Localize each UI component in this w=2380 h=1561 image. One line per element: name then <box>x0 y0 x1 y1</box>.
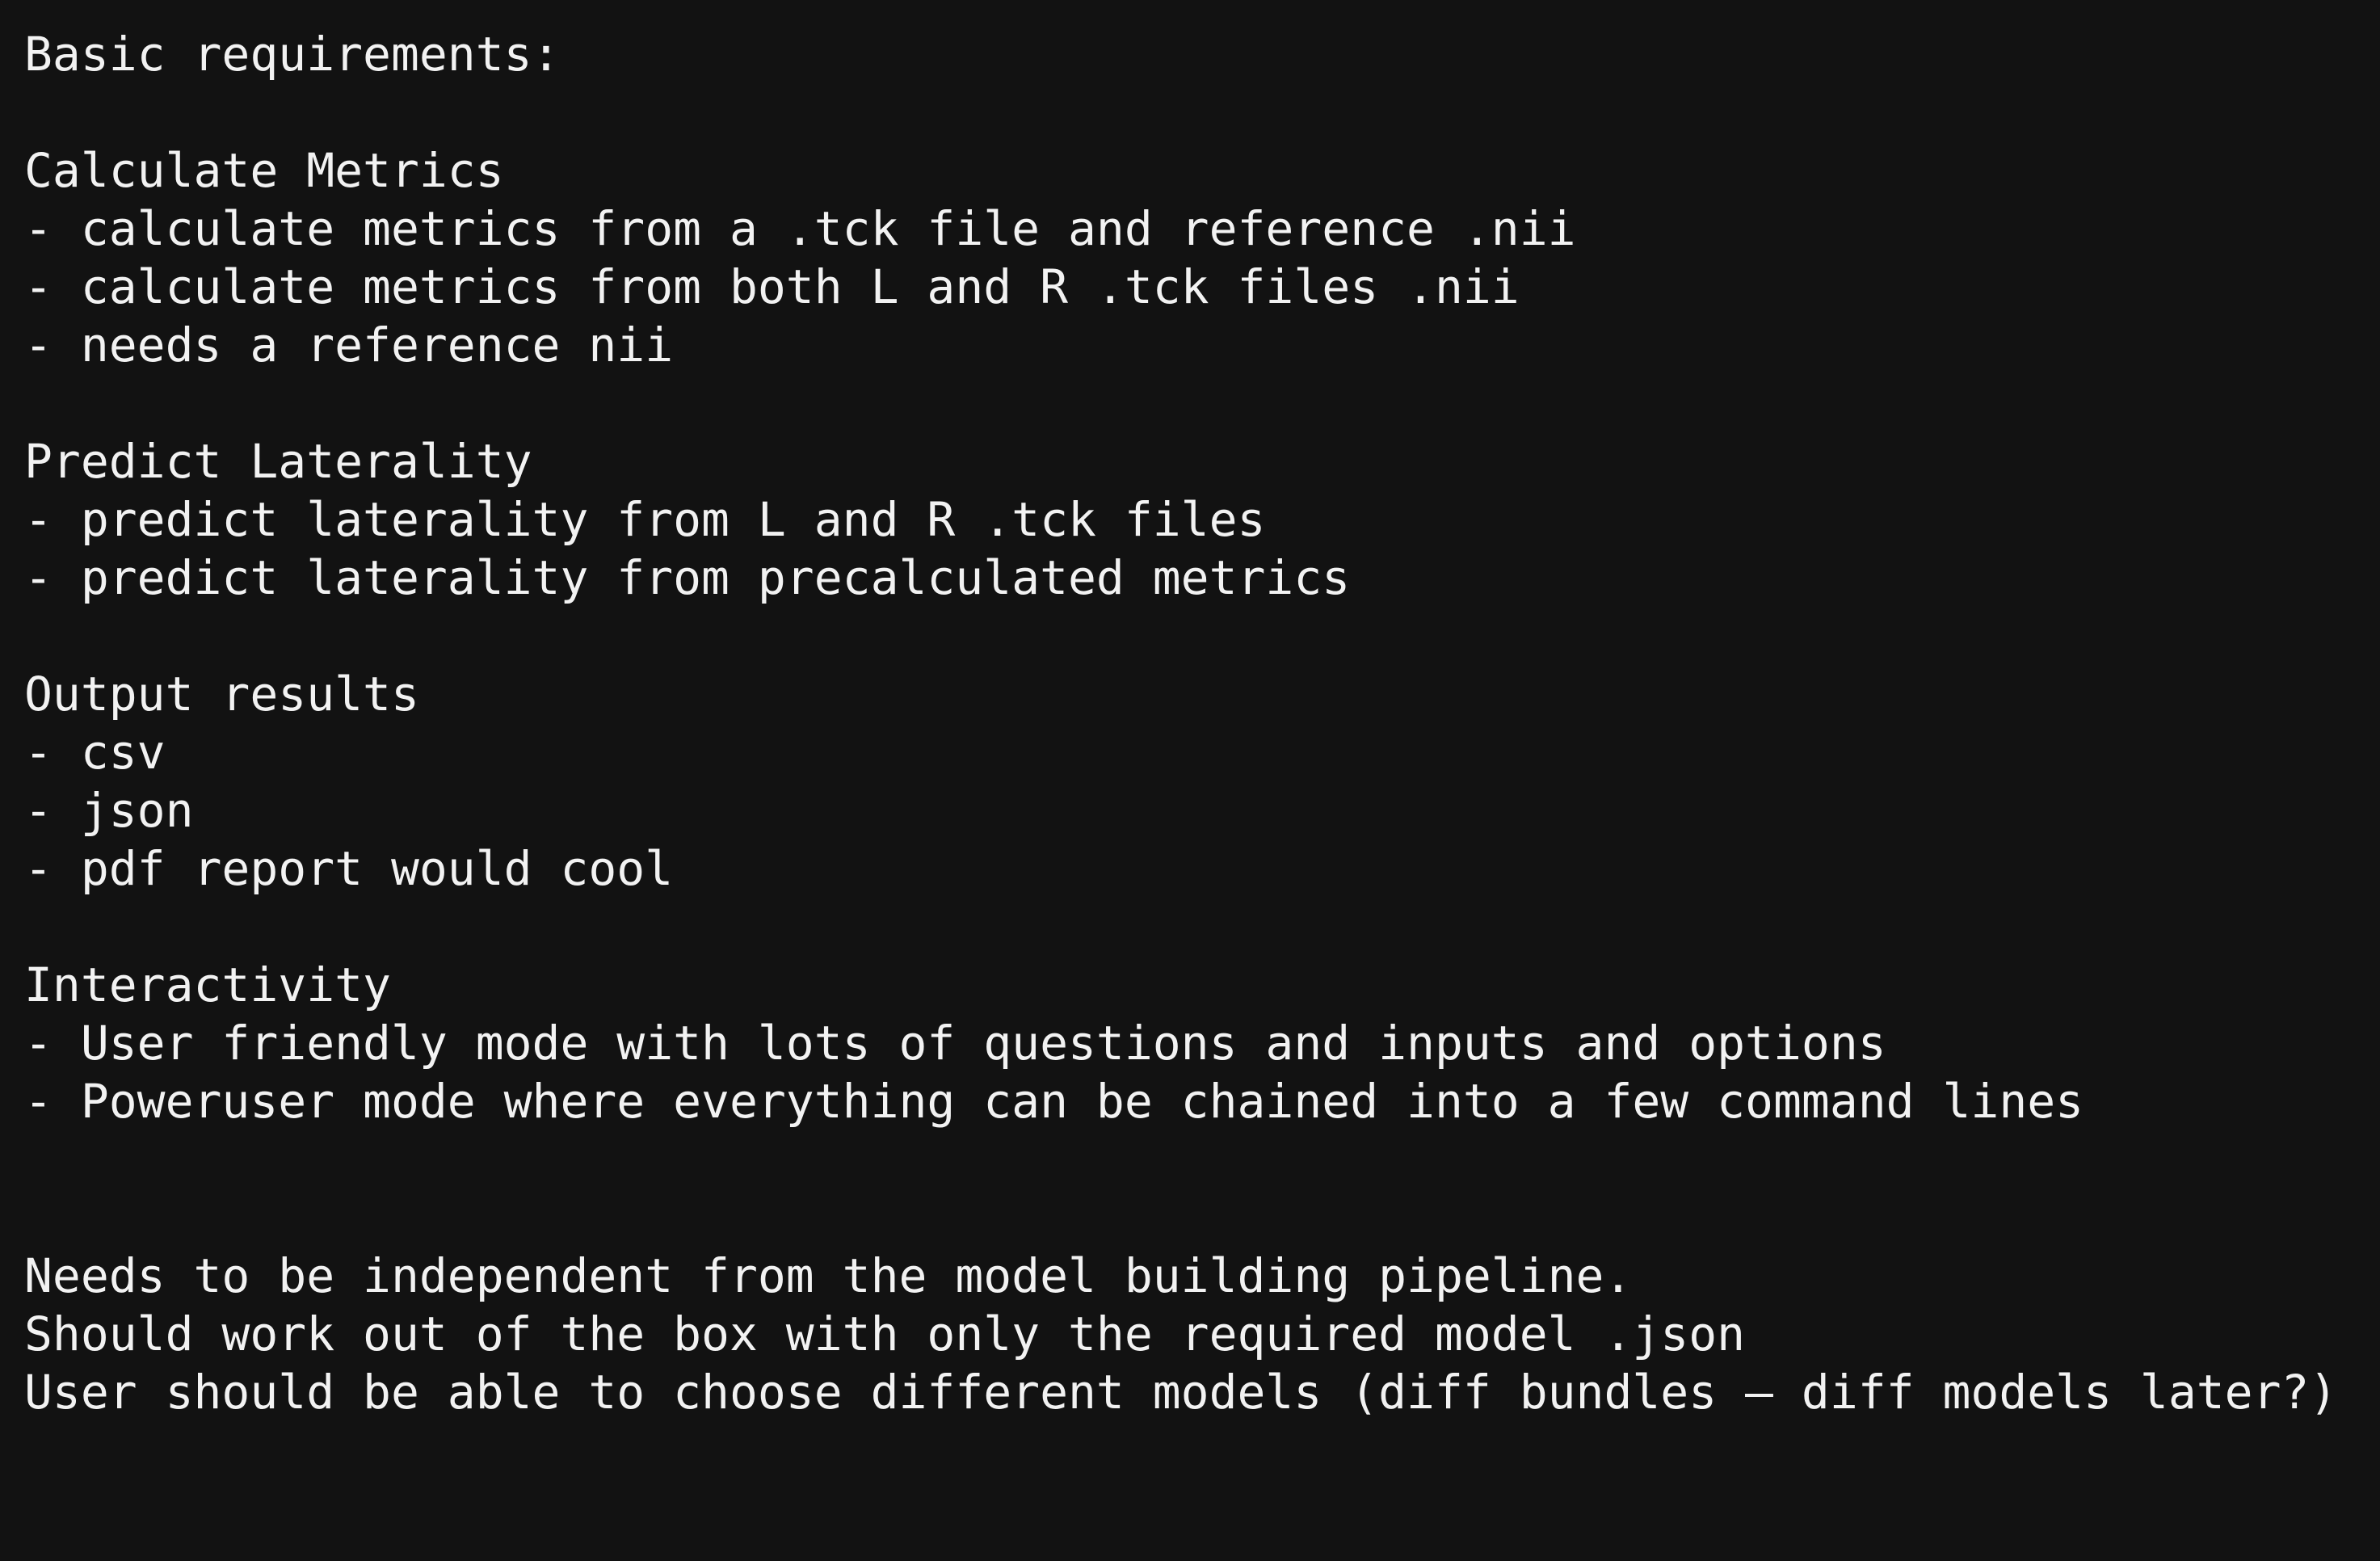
list-item: - calculate metrics from a .tck file and… <box>24 201 1576 256</box>
list-item: - needs a reference nii <box>24 318 674 372</box>
section-heading-output-results: Output results <box>24 667 419 722</box>
list-item: - predict laterality from L and R .tck f… <box>24 492 1266 547</box>
section-heading-predict-laterality: Predict Laterality <box>24 434 532 489</box>
list-item: - pdf report would cool <box>24 841 674 896</box>
list-item: - csv <box>24 725 166 780</box>
note-line: Should work out of the box with only the… <box>24 1306 1746 1361</box>
note-line: Needs to be independent from the model b… <box>24 1248 1633 1303</box>
list-item: - predict laterality from precalculated … <box>24 550 1351 605</box>
heading-basic-requirements: Basic requirements: <box>24 27 561 82</box>
section-heading-interactivity: Interactivity <box>24 957 391 1012</box>
note-line: User should be able to choose different … <box>24 1365 2338 1420</box>
list-item: - User friendly mode with lots of questi… <box>24 1016 1886 1071</box>
list-item: - json <box>24 783 194 838</box>
text-editor[interactable]: Basic requirements: Calculate Metrics - … <box>0 0 2380 1561</box>
list-item: - Poweruser mode where everything can be… <box>24 1074 2084 1129</box>
list-item: - calculate metrics from both L and R .t… <box>24 259 1520 314</box>
section-heading-calculate-metrics: Calculate Metrics <box>24 143 504 198</box>
